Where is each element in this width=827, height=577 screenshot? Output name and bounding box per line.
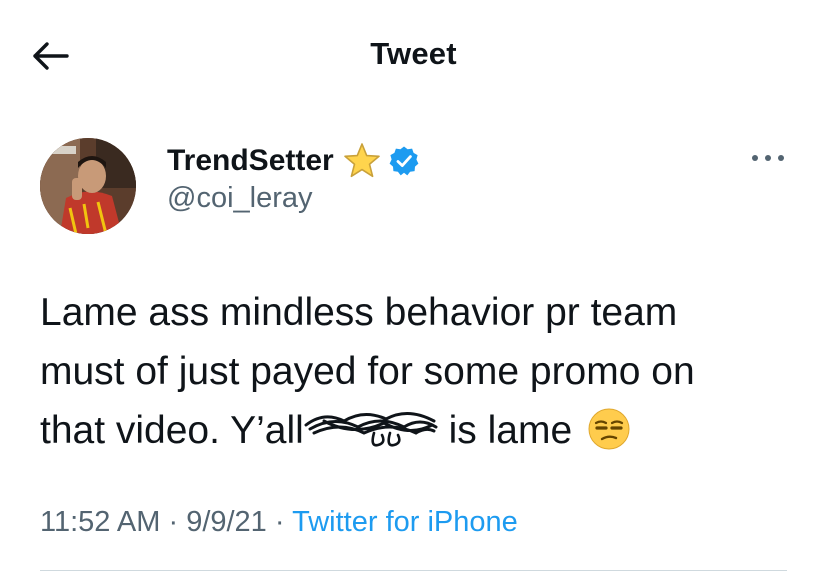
more-options-button[interactable] (748, 146, 788, 170)
tweet-line-1: Lame ass mindless behavior pr team (40, 283, 810, 342)
tweet-text-line-3-start: that video. Y’all (40, 409, 304, 452)
divider (40, 570, 787, 571)
meta-separator-1: · (168, 506, 179, 538)
redaction-scribble (304, 412, 438, 447)
tweet-detail-page: Tweet TrendSetter @coi_leray Lame ass mi… (0, 0, 827, 577)
tweet-text-line-2: must of just payed for some promo on (40, 350, 695, 393)
tweet-text-line-1: Lame ass mindless behavior pr team (40, 291, 678, 334)
avatar[interactable] (40, 138, 136, 234)
unamused-face-icon (588, 408, 630, 450)
tweet-body: Lame ass mindless behavior pr team must … (40, 283, 810, 460)
avatar-photo (40, 138, 136, 234)
more-dots-icon (752, 155, 784, 161)
tweet-text-line-3-end: is lame (448, 409, 573, 452)
tweet-time: 11:52 AM (40, 506, 161, 538)
author-handle[interactable]: @coi_leray (167, 182, 313, 215)
verified-badge-icon (389, 146, 419, 176)
page-title: Tweet (370, 36, 457, 71)
meta-separator-2: · (274, 506, 285, 538)
author-display-name[interactable]: TrendSetter (167, 141, 420, 181)
star-icon (343, 143, 380, 178)
tweet-meta: 11:52 AM · 9/9/21 · Twitter for iPhone (40, 506, 518, 539)
top-bar: Tweet (0, 0, 827, 112)
tweet-line-2: must of just payed for some promo on (40, 342, 810, 401)
tweet-source-link[interactable]: Twitter for iPhone (292, 506, 518, 538)
tweet-date: 9/9/21 (186, 506, 267, 538)
tweet-line-3: that video. Y’all is lame (40, 401, 810, 460)
author-name-text: TrendSetter (167, 144, 334, 177)
